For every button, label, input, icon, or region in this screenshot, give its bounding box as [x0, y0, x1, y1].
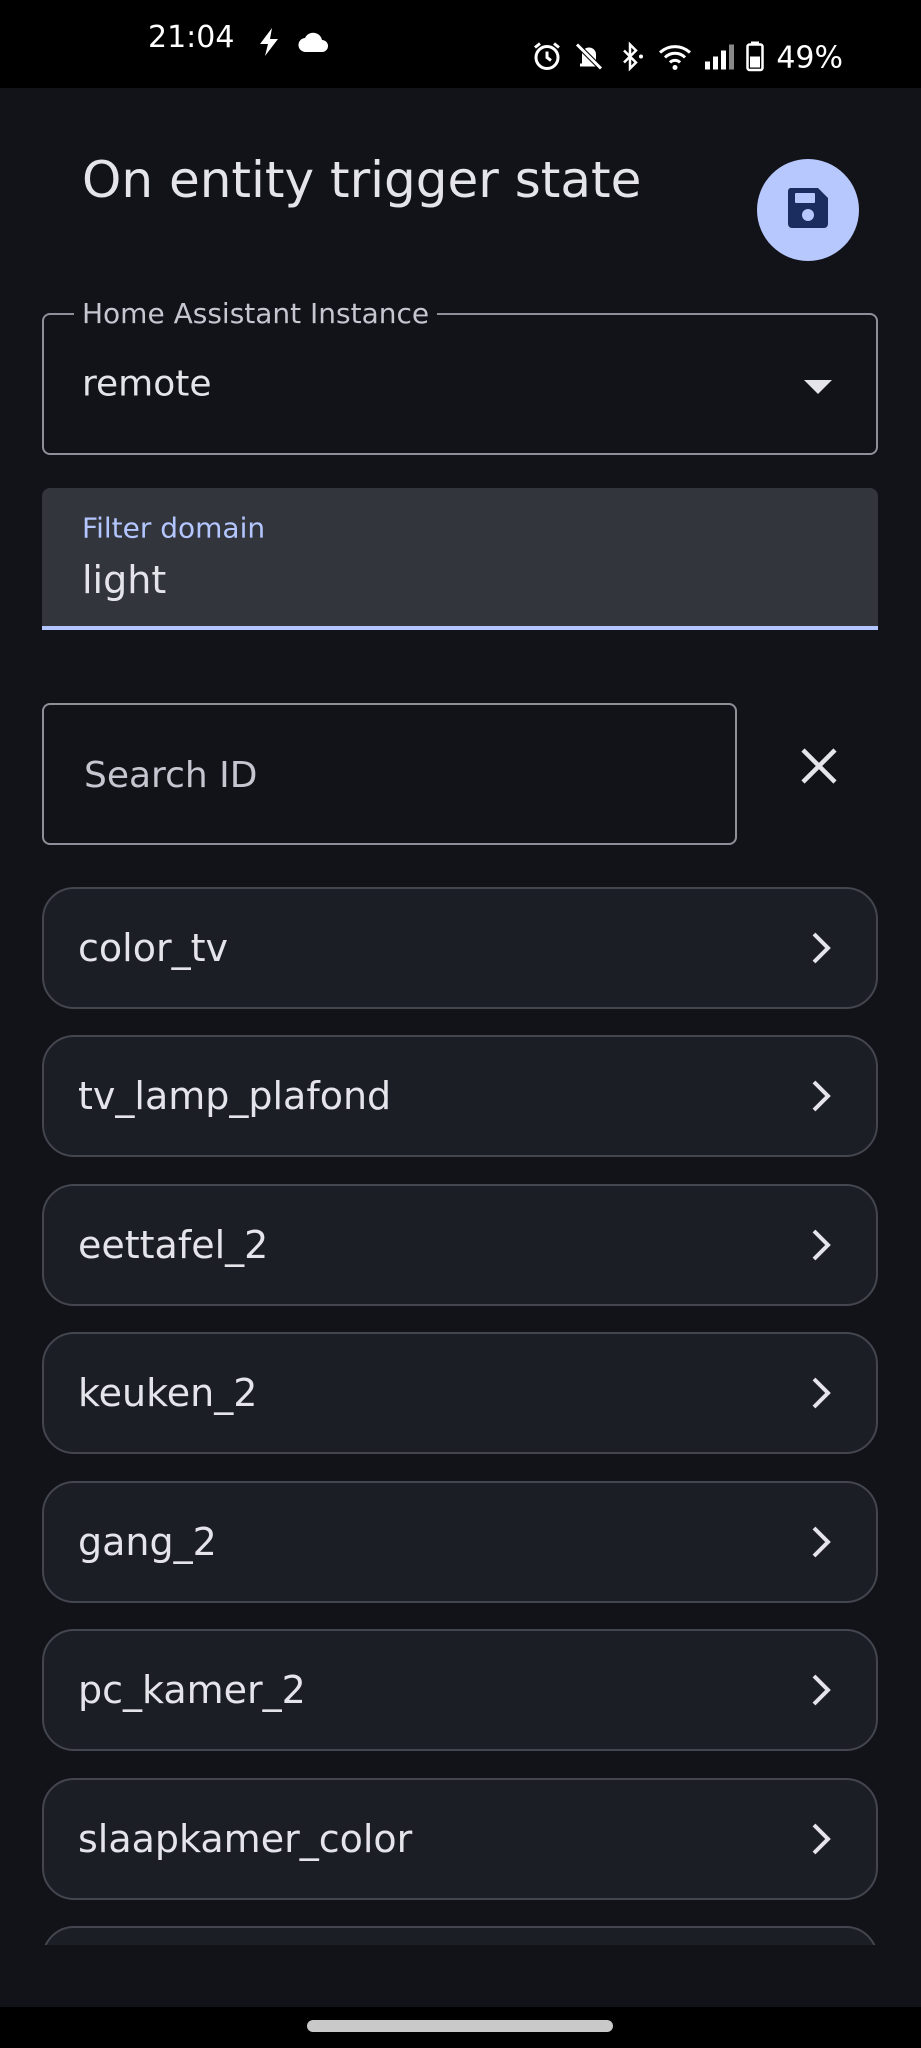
list-item[interactable]: keuken_2 [42, 1332, 878, 1454]
status-right-icons: 49% [532, 41, 843, 76]
filter-domain-field[interactable] [42, 488, 878, 630]
clear-search-button[interactable] [782, 731, 856, 805]
status-time: 21:04 [148, 20, 235, 55]
entity-list[interactable]: color_tv tv_lamp_plafond eettafel_2 keuk… [42, 887, 878, 1945]
instance-dropdown-value: remote [82, 363, 212, 405]
status-bar: 21:04 49% [0, 0, 921, 88]
search-field[interactable] [42, 703, 737, 845]
list-item-label: eettafel_2 [78, 1223, 269, 1267]
filter-domain-label: Filter domain [82, 511, 266, 545]
list-item-label: tv_lamp_plafond [78, 1074, 392, 1118]
wifi-icon [658, 42, 692, 74]
bluetooth-icon [616, 40, 646, 75]
chevron-right-icon [806, 1375, 836, 1411]
list-item-label: keuken_2 [78, 1371, 258, 1415]
page-title: On entity trigger state [82, 151, 642, 209]
mute-icon [574, 41, 604, 75]
cloud-icon [298, 32, 328, 56]
signal-icon [704, 43, 735, 73]
status-left-icons [258, 28, 328, 60]
search-input[interactable] [82, 705, 706, 845]
caret-down-icon[interactable] [804, 380, 832, 394]
home-gesture-handle[interactable] [307, 2020, 613, 2032]
list-item-label: pc_kamer_2 [78, 1668, 306, 1712]
list-item-label: slaapkamer_color [78, 1817, 413, 1861]
flash-icon [258, 28, 280, 60]
alarm-icon [532, 41, 562, 75]
chevron-right-icon [806, 1524, 836, 1560]
list-item-label: gang_2 [78, 1520, 217, 1564]
list-item-label: color_tv [78, 926, 228, 970]
list-item[interactable]: gang_2 [42, 1481, 878, 1603]
list-item[interactable]: eettafel_2 [42, 1184, 878, 1306]
list-item[interactable]: color_tv [42, 887, 878, 1009]
battery-icon [746, 41, 765, 75]
close-icon [799, 746, 839, 790]
chevron-right-icon [806, 1227, 836, 1263]
battery-percent: 49% [776, 40, 843, 76]
instance-dropdown-label: Home Assistant Instance [74, 294, 438, 334]
chevron-right-icon [806, 1078, 836, 1114]
list-item[interactable]: tv_lamp_plafond [42, 1035, 878, 1157]
list-item[interactable]: pc_kamer_2 [42, 1629, 878, 1751]
save-icon [784, 184, 832, 236]
list-item[interactable]: slaapkamer_color [42, 1778, 878, 1900]
save-button[interactable] [757, 159, 859, 261]
filter-domain-value[interactable]: light [82, 558, 166, 602]
list-item-partial[interactable] [42, 1926, 878, 1945]
chevron-right-icon [806, 930, 836, 966]
chevron-right-icon [806, 1821, 836, 1857]
chevron-right-icon [806, 1672, 836, 1708]
